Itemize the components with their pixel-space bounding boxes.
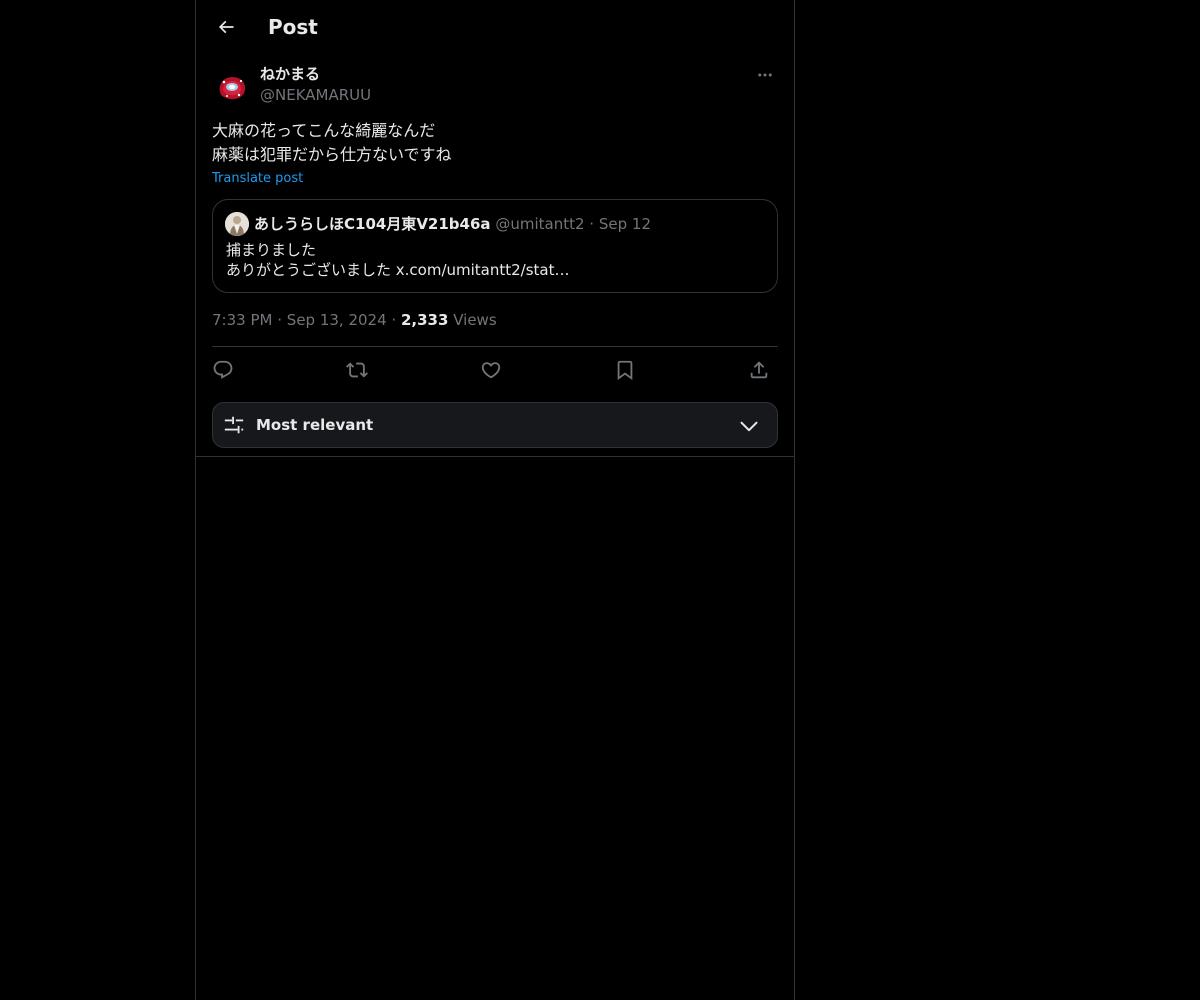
bookmark-button[interactable] [608,352,642,388]
quote-header: あしうらしほC104月東V21b46a @umitantt2 · Sep 12 [254,213,651,235]
quoted-post[interactable]: あしうらしほC104月東V21b46a @umitantt2 · Sep 12 … [212,199,778,293]
more-options-button[interactable] [752,62,778,88]
author-handle[interactable]: @NEKAMARUU [260,85,371,105]
post-column: Post ねかまる @NEKAMARUU 大麻の花ってこんな綺麗なんだ 麻薬は犯… [195,0,795,1000]
translate-post-link[interactable]: Translate post [212,170,303,188]
post-text: 大麻の花ってこんな綺麗なんだ 麻薬は犯罪だから仕方ないですね [212,119,778,167]
quote-avatar-image [225,212,249,236]
meta-separator: · [277,311,283,329]
sliders-icon [224,416,244,434]
quote-text-line: ありがとうございました x.com/umitantt2/stat… [226,261,570,279]
share-icon [750,361,768,379]
like-button[interactable] [474,352,508,388]
post-date[interactable]: Sep 13, 2024 [287,311,387,329]
quote-date: Sep 12 [598,215,651,233]
author-avatar[interactable] [212,66,252,106]
arrow-left-icon [218,20,234,34]
page-title: Post [268,15,318,39]
more-horizontal-icon [758,73,772,77]
divider [196,456,794,457]
divider [212,346,778,347]
post-text-line: 大麻の花ってこんな綺麗なんだ [212,121,436,140]
bookmark-icon [617,360,633,381]
post-text-line: 麻薬は犯罪だから仕方ないですね [212,145,452,164]
meta-separator: · [391,311,397,329]
chevron-down-icon [740,421,758,432]
repost-icon [346,362,368,378]
reply-icon [213,360,233,379]
post-meta: 7:33 PM · Sep 13, 2024 · 2,333 Views [212,309,497,331]
author-name[interactable]: ねかまる [260,64,320,84]
post-time[interactable]: 7:33 PM [212,311,272,329]
back-button[interactable] [208,9,244,45]
avatar-image [212,66,252,106]
reply-button[interactable] [206,352,240,388]
quote-separator: · [589,215,595,233]
quote-text-line: 捕まりました [226,241,317,259]
quote-author-handle: @umitantt2 [495,215,585,233]
replies-sort-dropdown[interactable]: Most relevant [212,402,778,448]
page-header: Post [196,0,794,54]
share-button[interactable] [742,352,776,388]
post-author: ねかまる @NEKAMARUU [212,62,778,110]
views-label: Views [453,311,497,329]
quote-avatar [225,212,249,236]
views-count: 2,333 [400,311,449,329]
quote-text: 捕まりました ありがとうございました x.com/umitantt2/stat… [226,240,570,280]
post-actions [212,352,778,390]
repost-button[interactable] [340,352,374,388]
quote-author-name: あしうらしほC104月東V21b46a [254,215,491,233]
sort-label: Most relevant [256,416,374,434]
like-icon [481,362,501,379]
